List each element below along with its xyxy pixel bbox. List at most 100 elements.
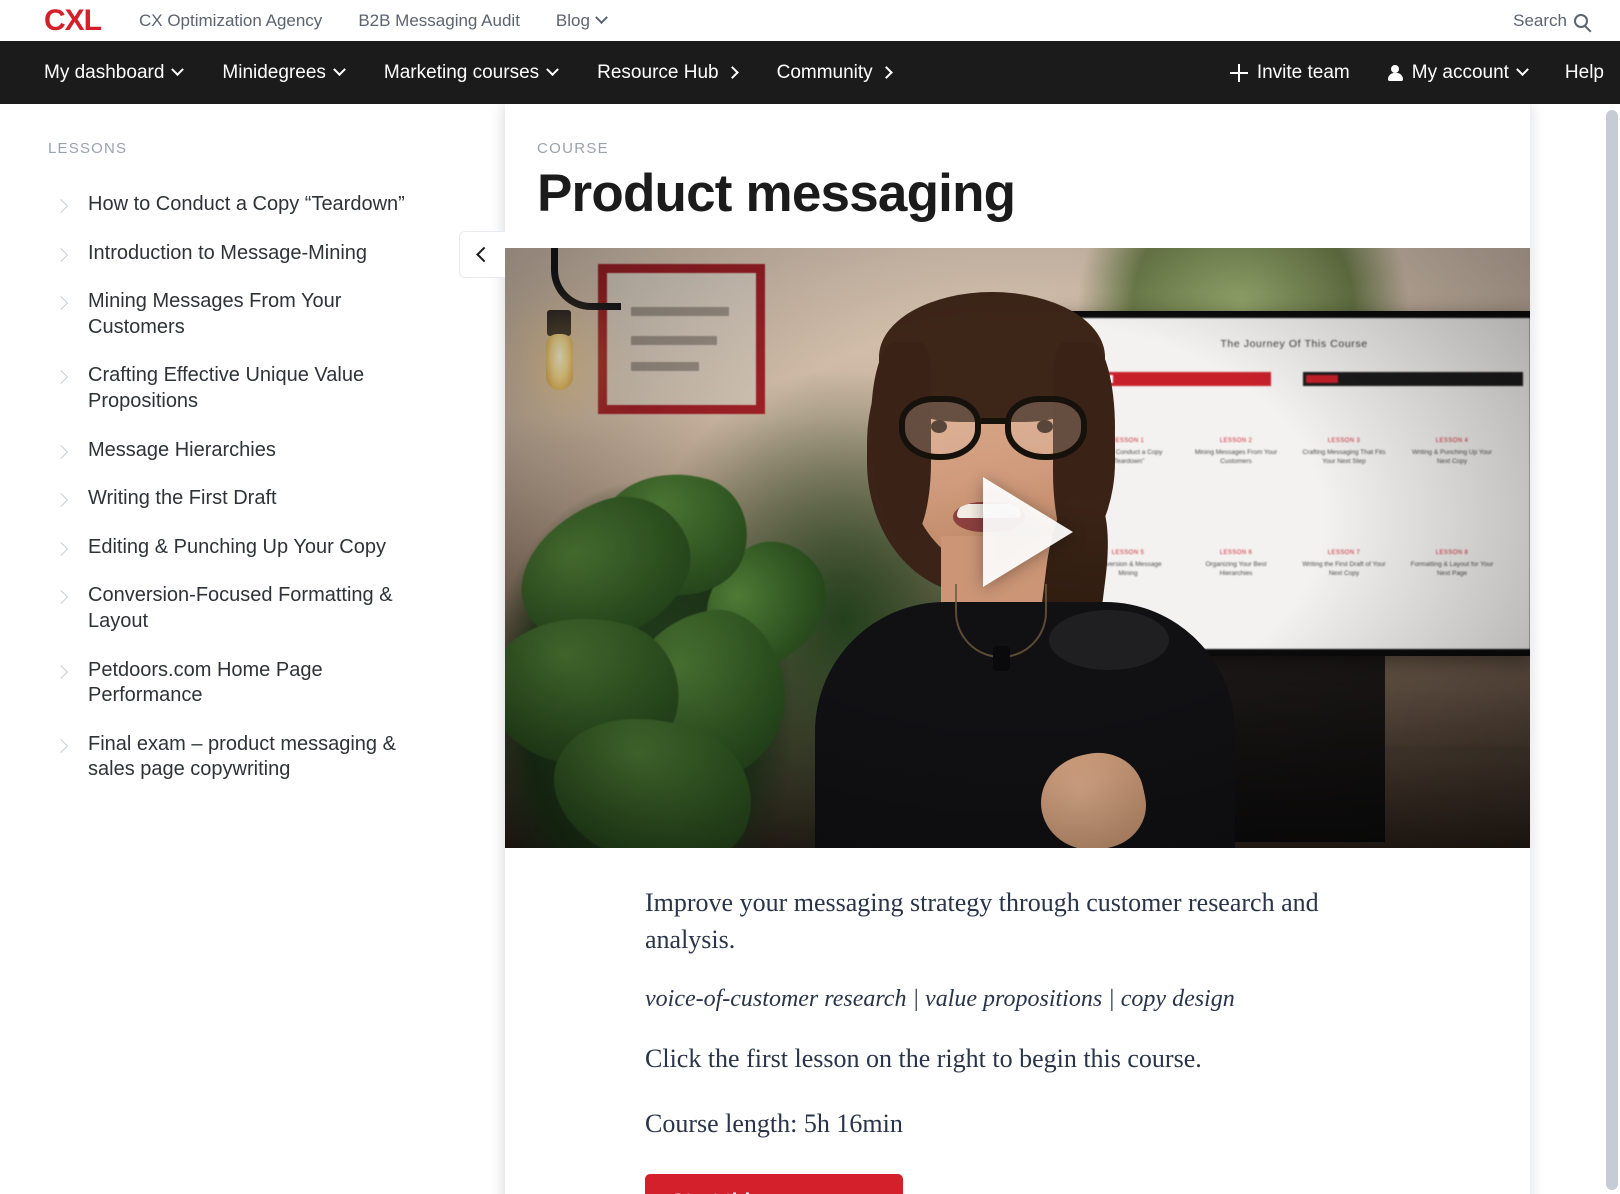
- slide-cell-number: LESSON 3: [1300, 438, 1388, 444]
- top-link-b2b-messaging-audit[interactable]: B2B Messaging Audit: [358, 11, 520, 31]
- slide-cell: LESSON 7 Writing the First Draft of Your…: [1300, 550, 1388, 580]
- course-eyebrow: COURSE: [537, 140, 1482, 157]
- start-this-course-button[interactable]: Start this course →: [645, 1174, 903, 1194]
- sidebar-lesson-item[interactable]: Mining Messages From Your Customers: [48, 289, 471, 340]
- chevron-left-icon: [476, 247, 492, 263]
- lamp-socket: [547, 310, 571, 336]
- slide-cell-number: LESSON 8: [1408, 550, 1496, 556]
- lesson-label: Conversion-Focused Formatting & Layout: [88, 583, 418, 634]
- chevron-right-icon: [54, 248, 68, 262]
- nav-item-my-dashboard[interactable]: My dashboard: [44, 62, 182, 84]
- sidebar-lesson-item[interactable]: Editing & Punching Up Your Copy: [48, 535, 471, 561]
- chevron-right-icon: [54, 370, 68, 384]
- slide-cell-number: LESSON 4: [1408, 438, 1496, 444]
- slide-cell-text: Crafting Messaging That Fits Your Next S…: [1300, 448, 1388, 468]
- presenter-glasses: [897, 396, 1093, 462]
- sidebar-lesson-item[interactable]: Petdoors.com Home Page Performance: [48, 658, 471, 709]
- chevron-right-icon: [54, 739, 68, 753]
- sidebar-lesson-item[interactable]: Crafting Effective Unique Value Proposit…: [48, 363, 471, 414]
- start-course-label: Start this course: [671, 1190, 837, 1194]
- chevron-right-icon: [54, 542, 68, 556]
- top-link-label: CX Optimization Agency: [139, 11, 322, 31]
- course-tagline: voice-of-customer research | value propo…: [645, 986, 1470, 1013]
- chevron-down-icon: [172, 63, 185, 76]
- wall-poster: [598, 264, 765, 414]
- chevron-down-icon: [546, 63, 559, 76]
- poster-text-line: [631, 307, 729, 316]
- course-header: COURSE Product messaging: [505, 104, 1530, 248]
- lesson-label: Final exam – product messaging & sales p…: [88, 732, 418, 783]
- utility-bar: CXL CX Optimization Agency B2B Messaging…: [0, 0, 1620, 41]
- lessons-sidebar: LESSONS How to Conduct a Copy “Teardown”…: [0, 104, 505, 1194]
- top-link-blog[interactable]: Blog: [556, 11, 606, 31]
- nav-item-label: Minidegrees: [222, 62, 326, 84]
- help-link[interactable]: Help: [1565, 62, 1604, 84]
- collapse-sidebar-button[interactable]: [459, 231, 505, 278]
- slide-bar-tag: [1306, 375, 1338, 383]
- lesson-label: How to Conduct a Copy “Teardown”: [88, 192, 405, 218]
- chevron-down-icon: [595, 11, 608, 24]
- nav-item-label: Marketing courses: [384, 62, 539, 84]
- nav-item-community[interactable]: Community: [777, 62, 891, 84]
- chevron-down-icon: [1516, 63, 1529, 76]
- slide-cell-text: Writing & Punching Up Your Next Copy: [1408, 448, 1496, 468]
- sidebar-lesson-item[interactable]: Final exam – product messaging & sales p…: [48, 732, 471, 783]
- person-icon: [1388, 65, 1403, 81]
- my-account-label: My account: [1412, 62, 1509, 84]
- course-video-player[interactable]: The Journey Of This Course LESSON 1 How …: [505, 248, 1530, 848]
- lapel-microphone: [993, 646, 1010, 671]
- slide-cell-text: Writing the First Draft of Your Next Cop…: [1300, 560, 1388, 580]
- course-panel: COURSE Product messaging: [505, 104, 1530, 1194]
- chevron-right-icon: [880, 66, 893, 79]
- presenter-shoulder-highlight: [1049, 610, 1169, 670]
- slide-cell: LESSON 4 Writing & Punching Up Your Next…: [1408, 438, 1496, 468]
- top-link-cx-optimization-agency[interactable]: CX Optimization Agency: [139, 11, 322, 31]
- chevron-right-icon: [54, 590, 68, 604]
- page-scrollbar[interactable]: [1604, 104, 1620, 1194]
- sidebar-lesson-item[interactable]: How to Conduct a Copy “Teardown”: [48, 192, 471, 218]
- chevron-right-icon: [54, 444, 68, 458]
- nav-item-label: Resource Hub: [597, 62, 718, 84]
- lesson-label: Message Hierarchies: [88, 438, 276, 464]
- nav-item-label: My dashboard: [44, 62, 164, 84]
- cxl-logo[interactable]: CXL: [44, 6, 101, 36]
- sidebar-lesson-item[interactable]: Writing the First Draft: [48, 486, 471, 512]
- my-account-menu[interactable]: My account: [1388, 62, 1527, 84]
- slide-cell-number: LESSON 7: [1300, 550, 1388, 556]
- nav-item-resource-hub[interactable]: Resource Hub: [597, 62, 736, 84]
- plus-icon: [1230, 64, 1248, 82]
- poster-text-line: [631, 336, 717, 345]
- chevron-right-icon: [54, 493, 68, 507]
- lesson-label: Editing & Punching Up Your Copy: [88, 535, 386, 561]
- chevron-right-icon: [54, 296, 68, 310]
- top-link-label: B2B Messaging Audit: [358, 11, 520, 31]
- slide-cell: LESSON 3 Crafting Messaging That Fits Yo…: [1300, 438, 1388, 468]
- course-length: Course length: 5h 16min: [645, 1105, 1355, 1143]
- course-description-block: Improve your messaging strategy through …: [505, 848, 1530, 1194]
- lesson-label: Mining Messages From Your Customers: [88, 289, 418, 340]
- scrollbar-thumb[interactable]: [1606, 110, 1618, 1190]
- lesson-label: Introduction to Message-Mining: [88, 241, 367, 267]
- glasses-bridge: [981, 418, 1007, 424]
- slide-bar-right: [1303, 372, 1523, 386]
- glasses-lens: [1005, 396, 1087, 460]
- course-instruction: Click the first lesson on the right to b…: [645, 1040, 1355, 1078]
- help-label: Help: [1565, 62, 1604, 84]
- page-title: Product messaging: [537, 166, 1482, 222]
- chevron-right-icon: [726, 66, 739, 79]
- nav-item-label: Community: [777, 62, 873, 84]
- slide-cell: LESSON 8 Formatting & Layout for Your Ne…: [1408, 550, 1496, 580]
- invite-team-button[interactable]: Invite team: [1230, 62, 1350, 84]
- lessons-heading: LESSONS: [48, 140, 471, 157]
- lesson-label: Petdoors.com Home Page Performance: [88, 658, 418, 709]
- search-button[interactable]: Search: [1513, 11, 1588, 31]
- chevron-down-icon: [333, 63, 346, 76]
- sidebar-lesson-item[interactable]: Conversion-Focused Formatting & Layout: [48, 583, 471, 634]
- sidebar-lesson-item[interactable]: Introduction to Message-Mining: [48, 241, 471, 267]
- play-icon[interactable]: [983, 477, 1073, 587]
- poster-text-line: [631, 362, 700, 371]
- sidebar-lesson-item[interactable]: Message Hierarchies: [48, 438, 471, 464]
- slide-cell-text: Formatting & Layout for Your Next Page: [1408, 560, 1496, 580]
- nav-item-minidegrees[interactable]: Minidegrees: [222, 62, 344, 84]
- nav-item-marketing-courses[interactable]: Marketing courses: [384, 62, 557, 84]
